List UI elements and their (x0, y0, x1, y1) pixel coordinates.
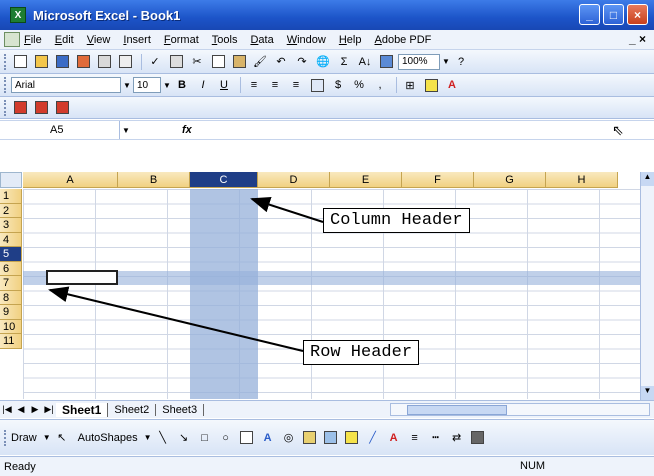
arrow-icon[interactable]: ↘ (175, 429, 193, 446)
row-header-callout: Row Header (303, 340, 420, 365)
clip-art-icon[interactable] (301, 429, 319, 446)
dash-style-icon[interactable]: ┅ (427, 429, 445, 446)
text-box-icon[interactable] (238, 429, 256, 446)
select-objects-icon[interactable]: ↖ (53, 429, 71, 446)
draw-menu-button[interactable]: Draw (11, 432, 37, 444)
column-header-arrow (250, 196, 324, 223)
row-header-arrow (48, 286, 304, 352)
last-sheet-icon[interactable]: ▶| (42, 404, 56, 415)
tab-sheet2[interactable]: Sheet2 (108, 403, 157, 416)
autoshapes-menu-button[interactable]: AutoShapes (78, 432, 138, 444)
draw-font-color-icon[interactable]: A (385, 429, 403, 446)
column-header-callout: Column Header (323, 208, 470, 233)
horizontal-scroll-thumb[interactable] (407, 405, 507, 415)
draw-fill-color-icon[interactable] (343, 429, 361, 446)
line-color-icon[interactable]: ╱ (364, 429, 382, 446)
line-icon[interactable]: ╲ (154, 429, 172, 446)
rectangle-icon[interactable]: □ (196, 429, 214, 446)
tab-sheet3[interactable]: Sheet3 (156, 403, 205, 416)
status-bar: Ready NUM (0, 456, 654, 476)
prev-sheet-icon[interactable]: ◀ (14, 404, 28, 415)
autoshapes-dropdown-icon[interactable]: ▼ (142, 430, 154, 446)
toolbar-grip[interactable] (4, 429, 7, 446)
drawing-toolbar: Draw ▼ ↖ AutoShapes ▼ ╲ ↘ □ ○ A ◎ ╱ A ≡ … (0, 419, 654, 455)
arrow-style-icon[interactable]: ⇄ (448, 429, 466, 446)
num-lock-indicator: NUM (520, 460, 546, 472)
next-sheet-icon[interactable]: ▶ (28, 404, 42, 415)
first-sheet-icon[interactable]: |◀ (0, 404, 14, 415)
wordart-icon[interactable]: A (259, 429, 277, 446)
sheet-tab-bar: |◀ ◀ ▶ ▶| Sheet1 Sheet2 Sheet3 (0, 400, 654, 418)
line-style-icon[interactable]: ≡ (406, 429, 424, 446)
draw-dropdown-icon[interactable]: ▼ (41, 430, 53, 446)
insert-picture-icon[interactable] (322, 429, 340, 446)
horizontal-scrollbar[interactable] (390, 403, 650, 416)
oval-icon[interactable]: ○ (217, 429, 235, 446)
tab-sheet1[interactable]: Sheet1 (56, 402, 109, 417)
diagram-icon[interactable]: ◎ (280, 429, 298, 446)
shadow-style-icon[interactable] (469, 429, 487, 446)
status-ready: Ready (4, 460, 36, 473)
